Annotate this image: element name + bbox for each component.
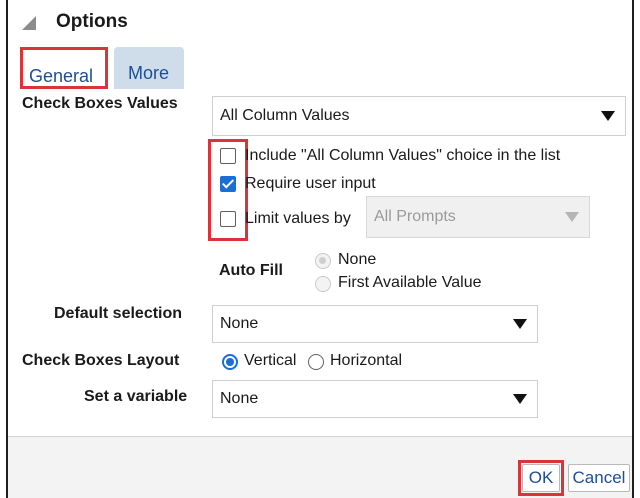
chevron-down-icon [513, 319, 527, 329]
auto-fill-label: Auto Fill [219, 262, 283, 279]
layout-vertical-label: Vertical [244, 352, 297, 369]
set-variable-value: None [220, 390, 259, 407]
options-dialog: Options General More Check Boxes Values … [6, 0, 634, 498]
layout-horizontal-radio[interactable] [308, 354, 324, 370]
set-variable-label: Set a variable [84, 388, 188, 405]
auto-fill-none-label: None [338, 251, 377, 268]
checkmark-icon [221, 176, 235, 189]
ok-button[interactable]: OK [522, 464, 560, 492]
chevron-down-icon [513, 394, 527, 404]
auto-fill-first-label: First Available Value [338, 274, 482, 291]
check-boxes-values-value: All Column Values [220, 107, 350, 124]
default-selection-value: None [220, 315, 259, 332]
include-all-values-checkbox[interactable] [220, 148, 236, 164]
limit-values-label: Limit values by [245, 210, 351, 227]
check-boxes-values-select[interactable]: All Column Values [212, 96, 626, 136]
chevron-down-icon [601, 111, 615, 121]
cancel-button[interactable]: Cancel [568, 464, 630, 492]
default-selection-select[interactable]: None [212, 305, 538, 343]
chevron-down-icon [565, 212, 579, 222]
default-selection-label: Default selection [54, 305, 183, 322]
require-user-input-checkbox[interactable] [220, 176, 236, 192]
tab-more[interactable]: More [114, 47, 184, 89]
dialog-header: Options [8, 0, 632, 40]
limit-values-value: All Prompts [374, 208, 456, 225]
auto-fill-none-radio [315, 253, 331, 269]
layout-horizontal-label: Horizontal [330, 352, 403, 369]
tab-general[interactable]: General [20, 47, 108, 89]
include-all-values-label: Include "All Column Values" choice in th… [245, 147, 561, 164]
limit-values-select: All Prompts [366, 196, 590, 238]
limit-values-checkbox[interactable] [220, 211, 236, 227]
layout-vertical-radio[interactable] [222, 354, 238, 370]
auto-fill-first-radio [315, 276, 331, 292]
require-user-input-label: Require user input [245, 175, 376, 192]
collapse-triangle-icon[interactable] [22, 16, 36, 30]
set-variable-select[interactable]: None [212, 380, 538, 418]
dialog-title: Options [56, 11, 128, 32]
layout-label: Check Boxes Layout [22, 352, 180, 369]
check-boxes-values-label: Check Boxes Values [22, 95, 178, 112]
